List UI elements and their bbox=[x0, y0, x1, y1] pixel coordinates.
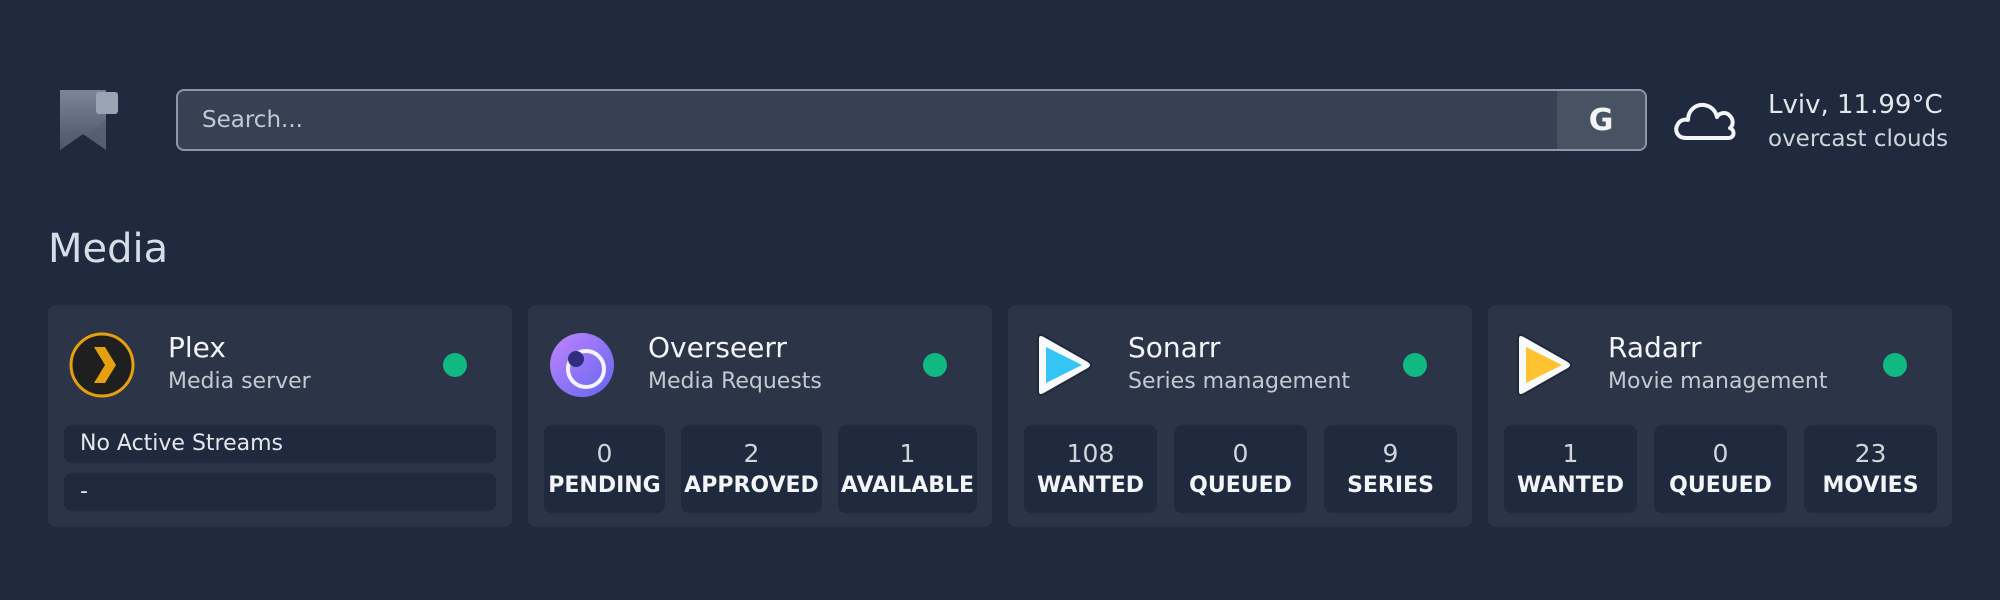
stat-label: SERIES bbox=[1347, 473, 1434, 498]
status-indicator bbox=[1403, 353, 1427, 377]
stat-value: 1 bbox=[899, 439, 916, 468]
service-name: Radarr bbox=[1608, 331, 1702, 364]
stat-wanted: 1 WANTED bbox=[1504, 425, 1637, 513]
stat-label: QUEUED bbox=[1189, 473, 1292, 498]
stat-label: AVAILABLE bbox=[840, 473, 975, 498]
overseerr-icon bbox=[550, 333, 614, 397]
stat-value: 108 bbox=[1066, 439, 1115, 468]
status-indicator bbox=[443, 353, 467, 377]
plex-icon bbox=[69, 332, 135, 398]
service-card-radarr[interactable]: Radarr Movie management 1 WANTED 0 QUEUE… bbox=[1488, 305, 1952, 527]
status-indicator bbox=[1883, 353, 1907, 377]
stat-label: QUEUED bbox=[1669, 473, 1772, 498]
stat-label: WANTED bbox=[1516, 473, 1624, 498]
stream-detail-row: - bbox=[64, 473, 496, 511]
stream-status-row: No Active Streams bbox=[64, 425, 496, 463]
stat-value: 2 bbox=[743, 439, 760, 468]
stat-value: 1 bbox=[1562, 439, 1579, 468]
google-icon: G bbox=[1588, 102, 1614, 138]
stats-row: 108 WANTED 0 QUEUED 9 SERIES bbox=[1024, 425, 1457, 513]
stat-label: MOVIES bbox=[1822, 473, 1919, 498]
stat-label: PENDING bbox=[548, 473, 661, 498]
service-card-sonarr[interactable]: Sonarr Series management 108 WANTED 0 QU… bbox=[1008, 305, 1472, 527]
stat-approved: 2 APPROVED bbox=[681, 425, 822, 513]
service-description: Movie management bbox=[1608, 369, 1828, 394]
stat-value: 23 bbox=[1854, 439, 1887, 468]
stat-wanted: 108 WANTED bbox=[1024, 425, 1157, 513]
stats-row: 0 PENDING 2 APPROVED 1 AVAILABLE bbox=[544, 425, 977, 513]
stat-value: 0 bbox=[596, 439, 613, 468]
sonarr-icon bbox=[1037, 334, 1092, 396]
service-name: Overseerr bbox=[648, 331, 787, 364]
service-description: Media server bbox=[168, 369, 311, 394]
stat-value: 0 bbox=[1232, 439, 1249, 468]
service-description: Series management bbox=[1128, 369, 1351, 394]
stat-queued: 0 QUEUED bbox=[1174, 425, 1307, 513]
service-name: Sonarr bbox=[1128, 331, 1221, 364]
stat-pending: 0 PENDING bbox=[544, 425, 665, 513]
stat-label: APPROVED bbox=[684, 473, 819, 498]
radarr-icon bbox=[1517, 334, 1572, 396]
search-engine-button[interactable]: G bbox=[1557, 91, 1645, 149]
weather-widget[interactable]: Lviv, 11.99°C overcast clouds bbox=[1768, 88, 1948, 156]
stat-label: WANTED bbox=[1036, 473, 1144, 498]
service-card-overseerr[interactable]: Overseerr Media Requests 0 PENDING 2 APP… bbox=[528, 305, 992, 527]
stat-value: 9 bbox=[1382, 439, 1399, 468]
stat-value: 0 bbox=[1712, 439, 1729, 468]
service-description: Media Requests bbox=[648, 369, 822, 394]
status-indicator bbox=[923, 353, 947, 377]
search-input[interactable] bbox=[178, 91, 1557, 149]
stat-queued: 0 QUEUED bbox=[1654, 425, 1787, 513]
search-bar: G bbox=[176, 89, 1647, 151]
service-name: Plex bbox=[168, 331, 226, 364]
stats-row: 1 WANTED 0 QUEUED 23 MOVIES bbox=[1504, 425, 1937, 513]
bookmark-logo-icon[interactable] bbox=[56, 90, 120, 154]
section-title: Media bbox=[48, 226, 169, 272]
service-card-plex[interactable]: Plex Media server No Active Streams - bbox=[48, 305, 512, 527]
stat-series: 9 SERIES bbox=[1324, 425, 1457, 513]
stat-movies: 23 MOVIES bbox=[1804, 425, 1937, 513]
cloud-icon bbox=[1674, 102, 1736, 140]
stat-available: 1 AVAILABLE bbox=[838, 425, 977, 513]
weather-location-temp: Lviv, 11.99°C bbox=[1768, 90, 1943, 120]
weather-description: overcast clouds bbox=[1768, 126, 1949, 152]
